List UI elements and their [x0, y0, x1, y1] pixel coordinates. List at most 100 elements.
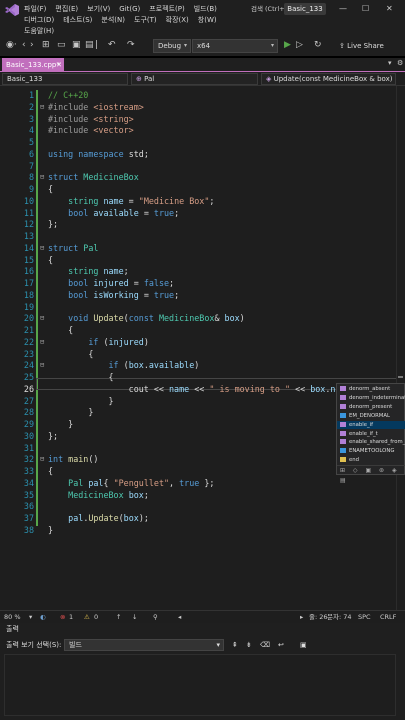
menu-item[interactable]: 프로젝트(P) — [149, 4, 184, 14]
hot-reload-icon[interactable]: ↻ — [314, 40, 322, 51]
code-line[interactable]: 10 string name = "Medicine Box"; — [0, 196, 405, 208]
fold-toggle-icon[interactable]: ⊟ — [40, 360, 46, 372]
scroll-right-icon[interactable]: ▸ — [300, 611, 303, 623]
completion-item[interactable]: enable_if — [337, 420, 405, 430]
code-line[interactable]: 24 ⊟ if (box.available) — [0, 360, 405, 372]
code-line[interactable]: 6 using namespace std; — [0, 149, 405, 161]
completion-item[interactable]: enable_shared_from_this — [337, 438, 405, 447]
completion-item[interactable]: denorm_absent — [337, 385, 405, 394]
code-line[interactable]: 15 { — [0, 255, 405, 267]
menu-item[interactable]: 파일(F) — [24, 4, 46, 14]
minimize-icon[interactable]: — — [339, 4, 347, 14]
code-line[interactable]: 35 MedicineBox box; — [0, 490, 405, 502]
code-line[interactable]: 11 bool available = true; — [0, 208, 405, 220]
code-line[interactable]: 1 // C++20 — [0, 90, 405, 102]
config-select[interactable]: Debug ▾ — [153, 39, 191, 53]
fold-toggle-icon[interactable]: ⊟ — [40, 172, 46, 184]
indent-mode[interactable]: SPC — [358, 611, 371, 623]
search-box[interactable]: 검색 (Ctrl+Q) — [251, 3, 292, 15]
menu-item[interactable]: 도구(T) — [134, 15, 157, 25]
code-line[interactable]: 16 string name; — [0, 266, 405, 278]
code-line[interactable]: 13 — [0, 231, 405, 243]
tab-overflow-icon[interactable]: ▾ — [388, 59, 392, 67]
menu-item[interactable]: 확장(X) — [166, 15, 189, 25]
menu-item[interactable]: 창(W) — [198, 15, 217, 25]
prev-issue-icon[interactable]: ↑ — [116, 611, 121, 623]
intellisense-popup[interactable]: denorm_absent denorm_indeterminate denorm_… — [336, 383, 405, 484]
start-without-debug-icon[interactable]: ▷ — [296, 40, 303, 51]
error-icon[interactable]: ⊗ — [60, 611, 65, 623]
menu-item[interactable]: 디버그(D) — [24, 15, 54, 25]
code-line[interactable]: 7 — [0, 161, 405, 173]
fold-toggle-icon[interactable]: ⊟ — [40, 313, 46, 325]
visual-studio-logo-icon[interactable] — [5, 4, 19, 16]
tab-close-icon[interactable]: ✕ — [56, 58, 62, 72]
completion-item[interactable]: end — [337, 456, 405, 465]
code-line[interactable]: 18 bool isWorking = true; — [0, 290, 405, 302]
chevron-down-icon[interactable]: ▾ — [29, 611, 32, 623]
fold-toggle-icon[interactable]: ⊟ — [40, 454, 46, 466]
nav-back-icon[interactable]: ‹ — [22, 40, 26, 51]
code-line[interactable]: 12}; — [0, 219, 405, 231]
completion-filter-bar[interactable]: ⊞ ◇ ▣ ⊛ ◈ ▤ — [337, 465, 405, 484]
toggle-icon[interactable]: ▣ — [300, 637, 307, 653]
close-window-icon[interactable]: ✕ — [386, 4, 393, 14]
restore-icon[interactable]: ☐ — [362, 4, 369, 14]
code-line[interactable]: 25 { — [0, 372, 405, 384]
live-share-button[interactable]: ⇪ Live Share — [339, 39, 384, 53]
code-line[interactable]: 3 #include <string> — [0, 114, 405, 126]
menu-item[interactable]: Git(G) — [119, 4, 140, 14]
warning-icon[interactable]: ⚠ — [84, 611, 90, 623]
new-project-icon[interactable]: ⊞ — [42, 40, 50, 51]
code-line[interactable]: 37 pal.Update(box); — [0, 513, 405, 525]
line-ending[interactable]: CRLF — [380, 611, 396, 623]
scroll-left-icon[interactable]: ◂ — [178, 611, 181, 623]
tab-basic-133-cpp[interactable]: Basic_133.cpp* ✕ — [2, 58, 64, 72]
fold-toggle-icon[interactable]: ⊟ — [40, 102, 46, 114]
find-next-icon[interactable]: ⇟ — [246, 637, 252, 653]
code-line[interactable]: 17 bool injured = false; — [0, 278, 405, 290]
code-line[interactable]: 20 ⊟ void Update(const MedicineBox& box) — [0, 313, 405, 325]
code-line[interactable]: 4 #include <vector> — [0, 125, 405, 137]
code-line[interactable]: 5 — [0, 137, 405, 149]
output-source-select[interactable]: 빌드 ▾ — [64, 639, 224, 651]
menu-item[interactable]: 편집(E) — [55, 4, 78, 14]
completion-item[interactable]: ENAMETOOLONG — [337, 447, 405, 456]
menu-item[interactable]: 분석(N) — [101, 15, 125, 25]
save-all-icon[interactable]: ▤ — [85, 40, 94, 51]
code-line[interactable]: 9{ — [0, 184, 405, 196]
code-editor[interactable]: 1// C++20 2 ⊟ #include <iostream> 3 #include … — [0, 86, 405, 610]
word-wrap-icon[interactable]: ↩ — [278, 637, 284, 653]
code-line[interactable]: 2 ⊟ #include <iostream> — [0, 102, 405, 114]
issues-icon[interactable]: ◐ — [40, 611, 46, 623]
undo-icon[interactable]: ↶ — [108, 40, 116, 51]
scope-dropdown[interactable]: ⊕ Pal — [131, 73, 258, 85]
code-line[interactable]: 19 — [0, 302, 405, 314]
menu-item[interactable]: 테스트(S) — [63, 15, 92, 25]
save-icon[interactable]: ▣ — [72, 40, 81, 51]
completion-item[interactable]: denorm_present — [337, 403, 405, 412]
completion-item[interactable]: enable_if_t — [337, 430, 405, 439]
completion-item[interactable]: EM_DENORMAL — [337, 412, 405, 421]
start-debug-icon[interactable]: ▶ — [284, 40, 291, 51]
code-line[interactable]: 36 — [0, 501, 405, 513]
clear-all-icon[interactable]: ⌫ — [260, 637, 270, 653]
settings-icon[interactable]: ⚙ — [397, 59, 403, 67]
code-line[interactable]: 38} — [0, 525, 405, 537]
platform-select[interactable]: x64 ▾ — [192, 39, 278, 53]
redo-icon[interactable]: ↷ — [127, 40, 135, 51]
project-dropdown[interactable]: Basic_133 — [2, 73, 128, 85]
menu-item[interactable]: 보기(V) — [87, 4, 110, 14]
fold-toggle-icon[interactable]: ⊟ — [40, 337, 46, 349]
code-line[interactable]: 8 ⊟ struct MedicineBox — [0, 172, 405, 184]
member-dropdown[interactable]: ◈ Update(const MedicineBox & box) — [261, 73, 396, 85]
back-forward-icon[interactable]: ◉· — [6, 40, 17, 51]
menu-item[interactable]: 빌드(B) — [194, 4, 217, 14]
fold-toggle-icon[interactable]: ⊟ — [40, 243, 46, 255]
next-issue-icon[interactable]: ↓ — [132, 611, 137, 623]
code-line[interactable]: 21 { — [0, 325, 405, 337]
menu-item[interactable]: 도움말(H) — [24, 26, 54, 36]
code-line[interactable]: 23 { — [0, 349, 405, 361]
zoom-level[interactable]: 80 % — [4, 611, 21, 623]
output-text-area[interactable] — [4, 654, 396, 716]
